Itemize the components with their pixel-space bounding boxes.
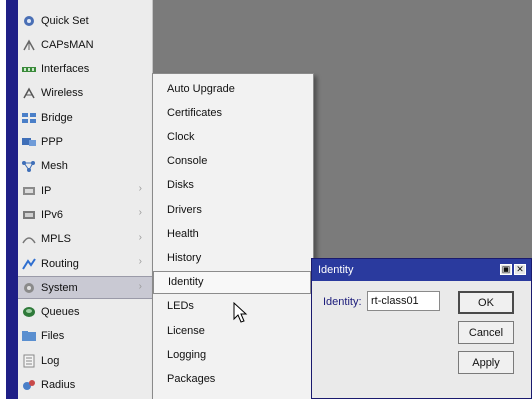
submenu-item-label: Clock (167, 130, 195, 143)
sidebar-item-label: MPLS (41, 233, 71, 246)
chevron-right-icon: › (138, 281, 142, 293)
sidebar-item-wireless[interactable]: Wireless (18, 82, 152, 105)
dialog-title-bar[interactable]: Identity ▣ ✕ (312, 259, 531, 281)
identity-input[interactable] (367, 291, 440, 311)
cancel-button[interactable]: Cancel (458, 321, 514, 344)
screen: Quick Set CAPsMAN Interfaces Wireless Bridge… (0, 0, 532, 399)
sidebar-item-files[interactable]: Files (18, 325, 152, 348)
submenu-item-label: Disks (167, 179, 194, 192)
ip-icon (21, 184, 37, 198)
sidebar-accent-strip (6, 0, 18, 399)
close-icon[interactable]: ✕ (514, 264, 526, 275)
submenu-item-health[interactable]: Health (153, 222, 311, 245)
sidebar-item-ipv6[interactable]: IPv6 › (18, 203, 152, 226)
submenu-item-license[interactable]: License (153, 319, 311, 342)
sidebar-item-mesh[interactable]: Mesh (18, 155, 152, 178)
submenu-item-label: Logging (167, 348, 207, 361)
submenu-item-label: Packages (167, 372, 216, 385)
submenu-item-label: LEDs (167, 300, 194, 313)
submenu-item-packages[interactable]: Packages (153, 367, 311, 390)
chevron-right-icon: › (138, 183, 142, 195)
sidebar-item-mpls[interactable]: MPLS › (18, 228, 152, 251)
submenu-item-certificates[interactable]: Certificates (153, 101, 311, 124)
chevron-right-icon: › (138, 231, 142, 243)
submenu-item-auto-upgrade[interactable]: Auto Upgrade (153, 77, 311, 100)
log-icon (21, 354, 37, 368)
sidebar-item-label: Log (41, 354, 60, 367)
sidebar-item-system[interactable]: System › (18, 276, 152, 300)
sidebar-item-label: IP (41, 184, 52, 197)
bridge-icon (21, 111, 37, 125)
sidebar-item-radius[interactable]: Radius (18, 374, 152, 397)
submenu-item-label: Certificates (167, 106, 223, 119)
sidebar-item-label: Bridge (41, 111, 73, 124)
chevron-right-icon: › (138, 207, 142, 219)
sidebar-item-interfaces[interactable]: Interfaces (18, 58, 152, 81)
submenu-item-leds[interactable]: LEDs (153, 295, 311, 318)
sidebar-item-label: Quick Set (41, 14, 89, 27)
submenu-item-label: Identity (168, 276, 204, 289)
files-icon (21, 329, 37, 343)
system-submenu: Auto Upgrade Certificates Clock Console Disk… (152, 73, 314, 399)
sidebar-item-ppp[interactable]: PPP (18, 131, 152, 154)
sidebar-item-queues[interactable]: Queues (18, 301, 152, 324)
quick-set-icon (21, 14, 37, 28)
ppp-icon (21, 135, 37, 149)
submenu-item-clock[interactable]: Clock (153, 125, 311, 148)
sidebar-menu: Quick Set CAPsMAN Interfaces Wireless Bridge… (18, 0, 153, 399)
queues-icon (21, 305, 37, 319)
submenu-item-label: Health (167, 227, 199, 240)
dialog-title: Identity (318, 264, 354, 276)
restore-icon[interactable]: ▣ (500, 264, 512, 275)
wireless-icon (21, 86, 37, 100)
sidebar-item-log[interactable]: Log (18, 349, 152, 372)
submenu-item-console[interactable]: Console (153, 150, 311, 173)
sidebar-item-capsman[interactable]: CAPsMAN (18, 33, 152, 56)
submenu-item-history[interactable]: History (153, 246, 311, 269)
ok-button[interactable]: OK (458, 291, 514, 314)
submenu-item-logging[interactable]: Logging (153, 343, 311, 366)
apply-button[interactable]: Apply (458, 351, 514, 374)
mpls-icon (21, 232, 37, 246)
sidebar-item-label: Mesh (41, 160, 68, 173)
submenu-item-label: Drivers (167, 203, 202, 216)
sidebar-item-routing[interactable]: Routing › (18, 252, 152, 275)
sidebar-item-label: Interfaces (41, 63, 90, 76)
submenu-item-disks[interactable]: Disks (153, 174, 311, 197)
sidebar-item-label: PPP (41, 136, 64, 148)
sidebar-item-label: Radius (41, 379, 76, 391)
sidebar-item-label: Files (41, 330, 65, 343)
submenu-item-label: Console (167, 155, 208, 168)
sidebar-item-label: CAPsMAN (41, 38, 94, 51)
capsman-icon (21, 38, 37, 52)
interfaces-icon (21, 62, 37, 76)
sidebar-item-label: Queues (41, 306, 80, 319)
sidebar-item-label: Wireless (41, 87, 84, 100)
submenu-item-identity[interactable]: Identity (153, 270, 311, 294)
mouse-pointer-icon (233, 302, 248, 323)
sidebar-item-label: System (41, 281, 78, 294)
mesh-icon (21, 159, 37, 173)
ipv6-icon (21, 208, 37, 222)
chevron-right-icon: › (138, 256, 142, 267)
identity-dialog: Identity ▣ ✕ Identity: OK Cancel Apply (311, 258, 532, 399)
routing-icon (21, 257, 37, 271)
sidebar-item-ip[interactable]: IP › (18, 179, 152, 202)
submenu-item-label: Auto Upgrade (167, 82, 235, 95)
submenu-item-label: History (167, 251, 202, 264)
radius-icon (21, 378, 37, 392)
sidebar-item-bridge[interactable]: Bridge (18, 106, 152, 129)
submenu-item-label: License (167, 324, 205, 337)
submenu-item-drivers[interactable]: Drivers (153, 198, 311, 221)
system-icon (21, 281, 37, 295)
identity-field-label: Identity: (323, 296, 362, 308)
sidebar-item-quick-set[interactable]: Quick Set (18, 9, 152, 32)
sidebar-item-label: Routing (41, 257, 79, 270)
sidebar-item-label: IPv6 (41, 208, 64, 221)
